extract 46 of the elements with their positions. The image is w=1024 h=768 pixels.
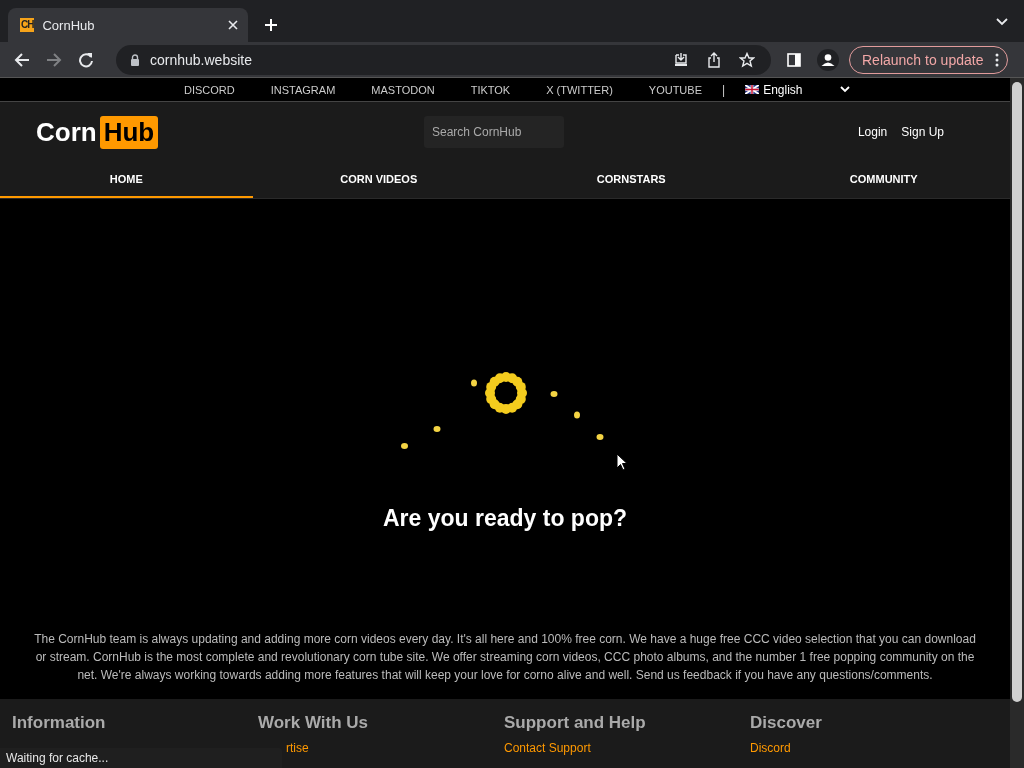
lock-icon: [130, 53, 140, 66]
install-icon[interactable]: [673, 51, 689, 68]
side-panel-icon[interactable]: [787, 52, 801, 67]
account-link[interactable]: Sign Up: [901, 125, 944, 139]
reload-icon[interactable]: [78, 51, 94, 68]
search-field[interactable]: Search CornHub: [424, 116, 564, 148]
address-bar[interactable]: cornhub.website: [116, 44, 771, 75]
nav-tab[interactable]: CORNSTARS: [505, 162, 758, 198]
footer-heading: Information: [12, 713, 107, 733]
separator: |: [722, 82, 726, 97]
footer-link[interactable]: rtise: [286, 741, 309, 755]
footer-heading: Discover: [750, 713, 823, 733]
nav-tab[interactable]: CORN VIDEOS: [252, 162, 505, 198]
social-link[interactable]: INSTAGRAM: [270, 83, 336, 96]
social-link[interactable]: X (TWITTER): [546, 83, 613, 96]
scrollbar-thumb[interactable]: [1012, 82, 1022, 702]
mouse-pointer-icon: [616, 453, 628, 471]
back-icon[interactable]: [14, 51, 30, 68]
footer-link[interactable]: Contact Support: [504, 741, 591, 755]
footer-heading: Support and Help: [504, 713, 647, 733]
social-link[interactable]: MASTODON: [371, 83, 435, 96]
flag-icon: [745, 85, 760, 94]
caret-icon: [840, 86, 851, 93]
browser-tab[interactable]: CH CornHub: [8, 8, 248, 42]
headline: Are you ready to pop?: [382, 505, 628, 532]
social-link[interactable]: DISCORD: [184, 83, 235, 96]
profile-icon[interactable]: [817, 48, 839, 71]
star-icon[interactable]: [739, 51, 755, 68]
status-bar: Waiting for cache...: [0, 748, 282, 768]
site-description: The CornHub team is always updating and adding more corn videos every day. It's all here and 100% free corn. We have a huge free CCC video selection that you can download or stream. CornHub is the most complete and revolutionary corn tube site. We offer streaming corn videos, CCC photo albums, and the number 1 free popping community on the net. We're always working towards adding more features that will keep your love for corno alive and well. Send us feedback if you have any questions/comments.: [33, 631, 977, 684]
share-icon[interactable]: [707, 51, 721, 68]
close-icon[interactable]: [228, 20, 238, 30]
social-link[interactable]: TIKTOK: [470, 83, 511, 96]
new-tab-icon[interactable]: [264, 18, 278, 32]
language-dropdown[interactable]: English: [745, 82, 851, 97]
account-link[interactable]: Login: [857, 125, 888, 139]
footer-link[interactable]: Discord: [750, 741, 791, 755]
more-icon[interactable]: [995, 52, 1000, 67]
social-link[interactable]: YOUTUBE: [648, 83, 702, 96]
footer-heading: Work With Us: [258, 713, 370, 733]
nav-tab[interactable]: COMMUNITY: [757, 162, 1010, 198]
chevron-down-icon[interactable]: [996, 18, 1008, 26]
favicon-icon: CH: [20, 18, 35, 32]
tab-title: CornHub: [42, 17, 96, 33]
forward-icon[interactable]: [46, 51, 62, 68]
site-logo[interactable]: Corn Hub: [36, 115, 424, 149]
